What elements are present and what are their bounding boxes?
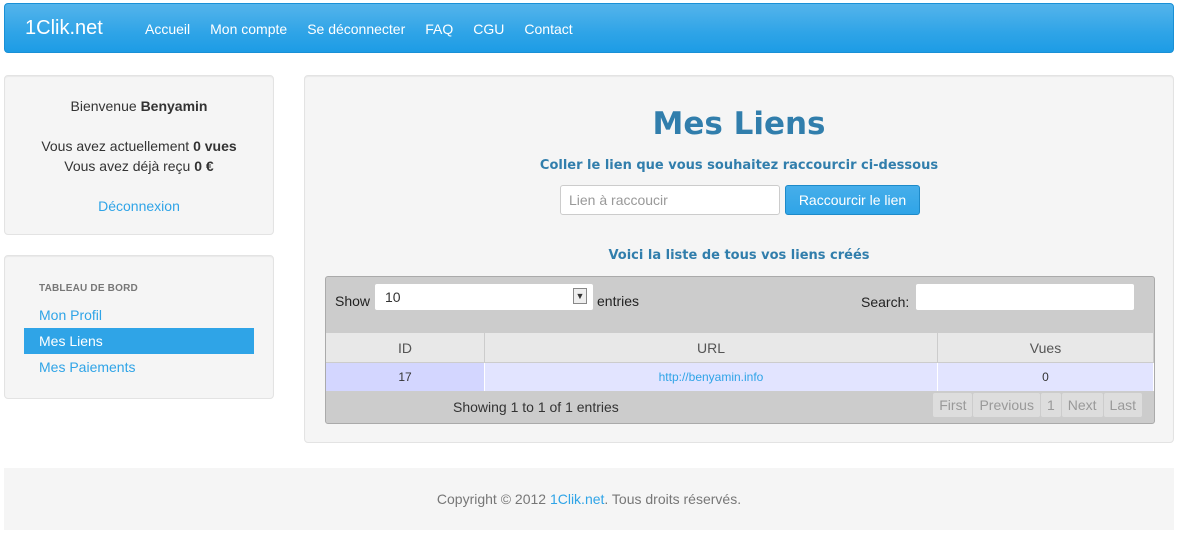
column-header-vues[interactable]: Vues <box>937 333 1154 363</box>
welcome-username: Benyamin <box>140 98 208 114</box>
nav-cgu[interactable]: CGU <box>463 21 514 37</box>
pager-page-1[interactable]: 1 <box>1040 393 1061 417</box>
nav-se-deconnecter[interactable]: Se déconnecter <box>297 21 415 37</box>
dashboard-panel: TABLEAU DE BORD Mon Profil Mes Liens Mes… <box>4 255 274 399</box>
column-header-url[interactable]: URL <box>484 333 938 363</box>
main-nav: Accueil Mon compte Se déconnecter FAQ CG… <box>135 4 583 54</box>
views-line: Vous avez actuellement 0 vues <box>5 138 273 154</box>
views-prefix: Vous avez actuellement <box>41 138 190 154</box>
url-input[interactable] <box>560 185 780 215</box>
links-list-title: Voici la liste de tous vos liens créés <box>608 248 870 263</box>
footer-site-link[interactable]: 1Clik.net <box>550 491 604 507</box>
column-header-id[interactable]: ID <box>326 333 485 363</box>
earned-value: 0 € <box>194 158 214 174</box>
pagination: First Previous 1 Next Last <box>932 393 1142 417</box>
link-url[interactable]: http://benyamin.info <box>659 370 764 384</box>
top-navbar: 1Clik.net Accueil Mon compte Se déconnec… <box>4 3 1174 53</box>
earned-line: Vous avez déjà reçu 0 € <box>5 158 273 174</box>
page-footer: Copyright © 2012 1Clik.net. Tous droits … <box>4 468 1174 530</box>
sidebar-item-mon-profil[interactable]: Mon Profil <box>24 302 254 328</box>
search-input[interactable] <box>915 283 1135 311</box>
earned-prefix: Vous avez déjà reçu <box>64 158 191 174</box>
shorten-instruction: Coller le lien que vous souhaitez raccou… <box>539 158 939 173</box>
entries-label: entries <box>597 293 640 309</box>
page-size-value: 10 <box>385 289 401 305</box>
main-panel: Mes Liens Coller le lien que vous souhai… <box>304 75 1174 443</box>
page-title: Mes Liens <box>652 106 826 142</box>
logout-link[interactable]: Déconnexion <box>5 198 273 214</box>
show-label: Show <box>335 293 371 309</box>
footer-rights: . Tous droits réservés. <box>604 491 742 507</box>
cell-url: http://benyamin.info <box>484 362 938 391</box>
page-size-select[interactable]: 10 ▼ <box>374 283 594 311</box>
links-datatable: Show 10 ▼ entries Search: ID URL Vues 17… <box>325 276 1155 424</box>
pager-next[interactable]: Next <box>1061 393 1103 417</box>
links-table: ID URL Vues 17 http://benyamin.info 0 <box>326 333 1154 391</box>
sidebar-item-mes-paiements[interactable]: Mes Paiements <box>24 354 254 380</box>
pager-previous[interactable]: Previous <box>973 393 1040 417</box>
search-label: Search: <box>861 294 910 310</box>
welcome-line: Bienvenue Benyamin <box>5 98 273 114</box>
nav-faq[interactable]: FAQ <box>415 21 463 37</box>
nav-contact[interactable]: Contact <box>514 21 582 37</box>
brand-logo[interactable]: 1Clik.net <box>25 17 103 40</box>
sidebar-item-mes-liens[interactable]: Mes Liens <box>24 328 254 354</box>
nav-mon-compte[interactable]: Mon compte <box>200 21 297 37</box>
dashboard-header: TABLEAU DE BORD <box>39 283 138 294</box>
pager-first[interactable]: First <box>933 393 973 417</box>
welcome-greeting: Bienvenue <box>70 98 137 114</box>
cell-id: 17 <box>326 362 485 391</box>
chevron-down-icon: ▼ <box>573 288 587 304</box>
cell-views: 0 <box>937 362 1154 391</box>
table-row: 17 http://benyamin.info 0 <box>326 362 1154 391</box>
footer-copyright: Copyright © 2012 <box>436 491 547 507</box>
pager-last[interactable]: Last <box>1103 393 1142 417</box>
table-header-row: ID URL Vues <box>326 333 1154 363</box>
table-info: Showing 1 to 1 of 1 entries <box>453 399 619 415</box>
views-value: 0 vues <box>193 138 237 154</box>
nav-accueil[interactable]: Accueil <box>135 21 200 37</box>
shorten-button[interactable]: Raccourcir le lien <box>785 185 920 215</box>
welcome-panel: Bienvenue Benyamin Vous avez actuellemen… <box>4 75 274 235</box>
